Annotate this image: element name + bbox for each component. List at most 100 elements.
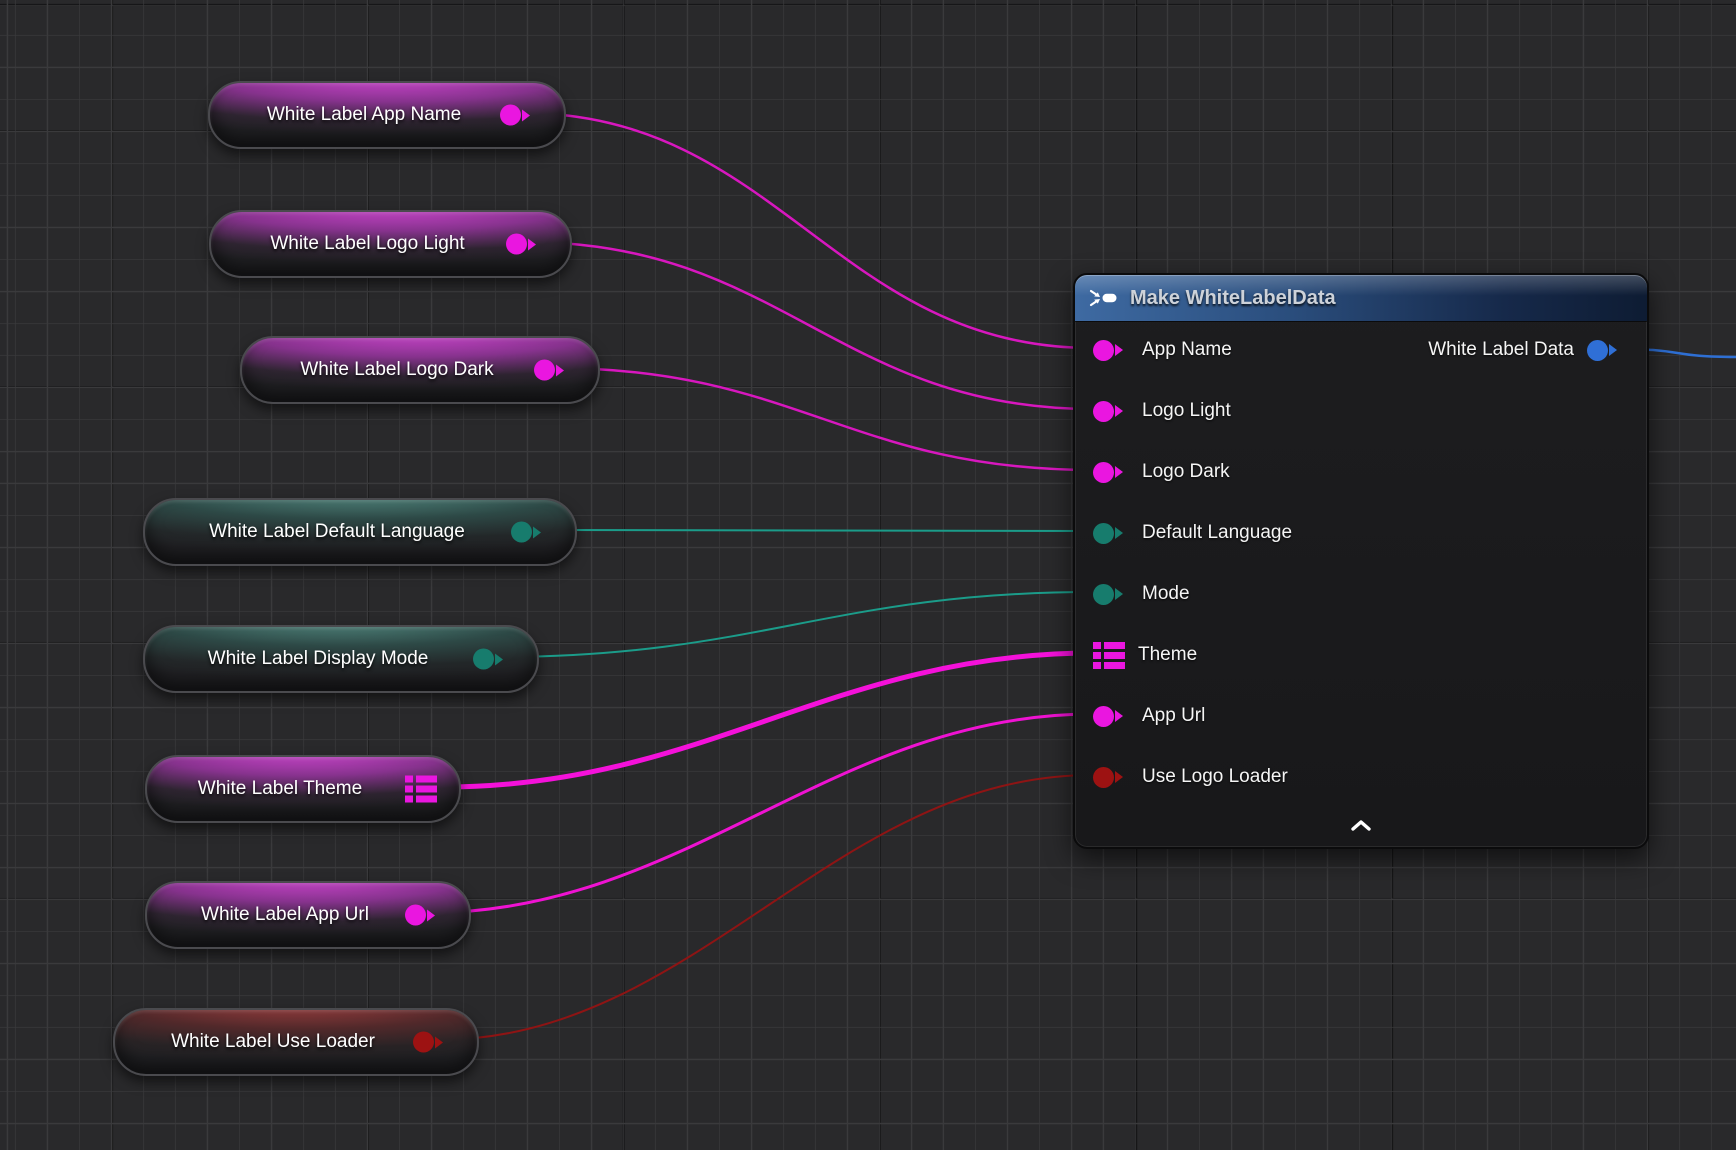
output-pin[interactable]: [473, 649, 509, 670]
chevron-up-icon: [1349, 819, 1373, 832]
getter-node-white-label-use-loader[interactable]: White Label Use Loader: [113, 1008, 479, 1076]
pin-arrow: [533, 526, 547, 538]
input-pin-label: App Name: [1142, 339, 1232, 361]
output-pin[interactable]: [413, 1032, 449, 1053]
input-row-app-url: App Url: [1093, 701, 1205, 731]
getter-node-white-label-app-url[interactable]: White Label App Url: [145, 881, 471, 949]
pin-arrow: [1115, 344, 1129, 356]
pin-arrow: [1115, 710, 1129, 722]
struct-pin-cell: [416, 786, 437, 793]
getter-node-label: White Label Display Mode: [159, 627, 477, 691]
pin-arrow: [1115, 527, 1129, 539]
collapse-chevron-button[interactable]: [1339, 815, 1383, 839]
pin-arrow: [1609, 344, 1623, 356]
pin-arrow: [556, 364, 570, 376]
struct-pin-cell: [1104, 662, 1125, 669]
pin-arrow: [522, 109, 536, 121]
blueprint-graph[interactable]: White Label App Name White Label Logo Lig…: [0, 0, 1736, 1150]
pin-arrow: [1115, 466, 1129, 478]
getter-node-white-label-logo-dark[interactable]: White Label Logo Dark: [240, 336, 600, 404]
struct-pin-cell: [405, 776, 413, 783]
input-pin-label: Logo Dark: [1142, 461, 1230, 483]
wire: [540, 530, 1093, 531]
input-pin[interactable]: [1093, 523, 1129, 544]
wire: [443, 653, 1093, 787]
input-pin[interactable]: [1093, 584, 1129, 605]
make-node-header[interactable]: Make WhiteLabelData: [1075, 275, 1647, 321]
input-row-mode: Mode: [1093, 579, 1190, 609]
make-struct-icon: [1089, 288, 1119, 308]
input-pin-label: App Url: [1142, 705, 1205, 727]
getter-node-white-label-theme[interactable]: White Label Theme: [145, 755, 461, 823]
getter-node-label: White Label Logo Dark: [256, 338, 538, 402]
output-pin[interactable]: [405, 905, 441, 926]
pin-arrow: [435, 1036, 449, 1048]
pin-dot: [1093, 462, 1114, 483]
getter-node-label: White Label Use Loader: [129, 1010, 417, 1074]
getter-node-white-label-app-name[interactable]: White Label App Name: [208, 81, 566, 149]
pin-dot: [1093, 767, 1114, 788]
wire: [437, 775, 1093, 1040]
output-pin[interactable]: [506, 234, 542, 255]
struct-pin-cell: [1104, 642, 1125, 649]
struct-pin-cell: [416, 776, 437, 783]
output-pin-label: White Label Data: [1428, 339, 1574, 361]
input-pin-label: Theme: [1138, 644, 1197, 666]
pin-dot: [405, 905, 426, 926]
struct-pin-cell: [405, 786, 413, 793]
pin-arrow: [495, 653, 509, 665]
struct-pin-cell: [405, 796, 413, 803]
input-pin[interactable]: [1093, 706, 1129, 727]
pin-dot: [511, 522, 532, 543]
pin-dot: [534, 360, 555, 381]
input-pin-label: Use Logo Loader: [1142, 766, 1288, 788]
getter-node-white-label-display-mode[interactable]: White Label Display Mode: [143, 625, 539, 693]
input-pin[interactable]: [1093, 340, 1129, 361]
output-pin[interactable]: [511, 522, 547, 543]
input-pin-label: Default Language: [1142, 522, 1292, 544]
pin-arrow: [427, 909, 441, 921]
wire: [526, 242, 1093, 409]
output-pin[interactable]: [534, 360, 570, 381]
wire: [497, 592, 1093, 657]
pin-arrow: [1115, 588, 1129, 600]
make-node-title: Make WhiteLabelData: [1130, 287, 1336, 310]
getter-node-label: White Label App Name: [224, 83, 504, 147]
wire: [554, 368, 1093, 470]
input-pin[interactable]: [1093, 642, 1125, 669]
input-row-app-name: App Name: [1093, 335, 1232, 365]
struct-pin-cell: [1104, 652, 1125, 659]
getter-node-white-label-logo-light[interactable]: White Label Logo Light: [209, 210, 572, 278]
input-row-logo-dark: Logo Dark: [1093, 457, 1230, 487]
input-row-logo-light: Logo Light: [1093, 396, 1231, 426]
input-row-theme: Theme: [1093, 640, 1197, 670]
struct-pin-cell: [1093, 642, 1101, 649]
struct-pin-cell: [1093, 652, 1101, 659]
getter-node-label: White Label App Url: [161, 883, 409, 947]
output-pin[interactable]: [500, 105, 536, 126]
input-pin[interactable]: [1093, 767, 1129, 788]
getter-node-label: White Label Theme: [161, 757, 399, 821]
input-row-default-language: Default Language: [1093, 518, 1292, 548]
pin-dot: [1093, 706, 1114, 727]
output-row-white-label-data: White Label Data: [1428, 335, 1623, 365]
input-row-use-logo-loader: Use Logo Loader: [1093, 762, 1288, 792]
struct-pin-cell: [1093, 662, 1101, 669]
wire: [522, 113, 1093, 348]
output-pin[interactable]: [405, 776, 437, 803]
struct-pin-cell: [416, 796, 437, 803]
pin-dot: [1093, 584, 1114, 605]
pin-dot: [473, 649, 494, 670]
pin-dot: [1587, 340, 1608, 361]
input-pin[interactable]: [1093, 401, 1129, 422]
getter-node-label: White Label Default Language: [159, 500, 515, 564]
pin-arrow: [1115, 405, 1129, 417]
getter-node-white-label-default-language[interactable]: White Label Default Language: [143, 498, 577, 566]
pin-dot: [1093, 523, 1114, 544]
input-pin-label: Logo Light: [1142, 400, 1231, 422]
pin-dot: [500, 105, 521, 126]
wire: [427, 714, 1093, 913]
input-pin[interactable]: [1093, 462, 1129, 483]
make-whitelabeldata-node[interactable]: Make WhiteLabelData App Name Logo Light Lo…: [1073, 273, 1649, 849]
output-pin[interactable]: [1587, 340, 1623, 361]
